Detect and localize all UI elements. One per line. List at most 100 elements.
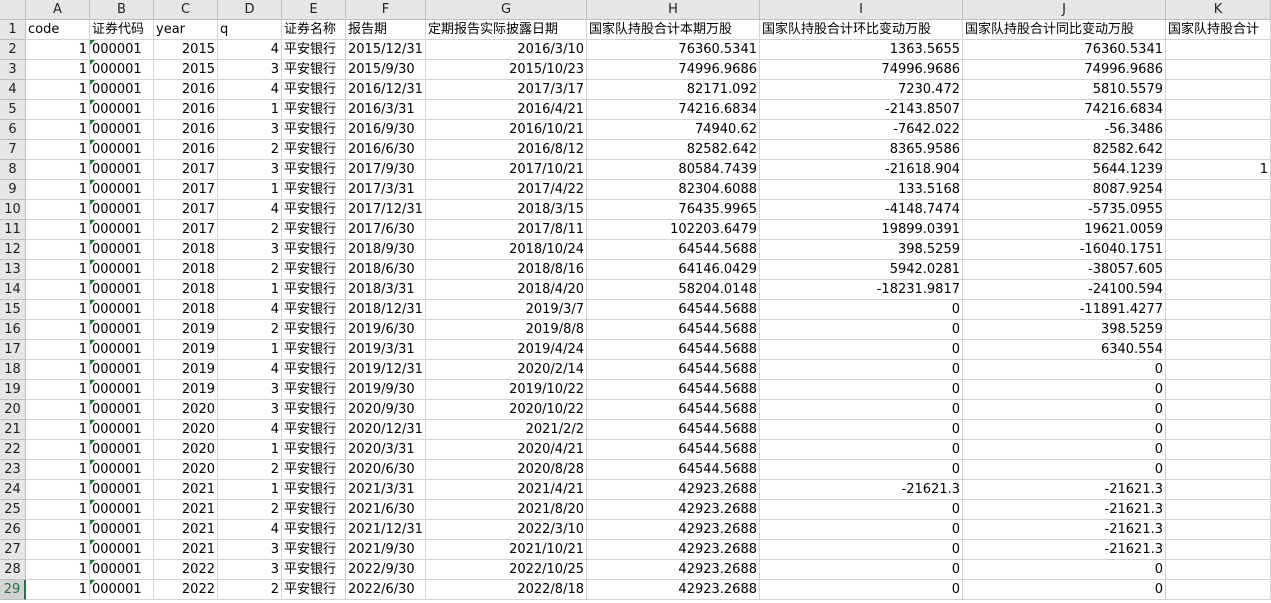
table-cell[interactable]: 000001 (90, 460, 154, 480)
table-cell[interactable]: 000001 (90, 240, 154, 260)
row-header[interactable]: 6 (0, 120, 26, 140)
row-header[interactable]: 14 (0, 280, 26, 300)
table-cell[interactable]: 64544.5688 (587, 460, 760, 480)
table-cell[interactable] (1166, 440, 1271, 460)
column-header-d[interactable]: D (218, 0, 282, 20)
table-cell[interactable]: 1 (26, 500, 90, 520)
table-cell[interactable]: 000001 (90, 560, 154, 580)
table-cell[interactable]: 2018/9/30 (346, 240, 426, 260)
table-cell[interactable]: 2021 (154, 480, 218, 500)
table-cell[interactable] (1166, 300, 1271, 320)
header-cell[interactable]: code (26, 20, 90, 40)
table-cell[interactable]: 2019/4/24 (426, 340, 587, 360)
row-header[interactable]: 24 (0, 480, 26, 500)
row-header[interactable]: 20 (0, 400, 26, 420)
table-cell[interactable] (1166, 260, 1271, 280)
row-header[interactable]: 18 (0, 360, 26, 380)
table-cell[interactable]: 2016/3/10 (426, 40, 587, 60)
table-cell[interactable]: 平安银行 (282, 220, 346, 240)
column-header-f[interactable]: F (346, 0, 426, 20)
table-cell[interactable] (1166, 480, 1271, 500)
table-cell[interactable]: 平安银行 (282, 300, 346, 320)
table-cell[interactable]: 2021/4/21 (426, 480, 587, 500)
row-header[interactable]: 27 (0, 540, 26, 560)
table-cell[interactable]: 64544.5688 (587, 380, 760, 400)
table-cell[interactable]: -21621.3 (963, 540, 1166, 560)
table-cell[interactable]: -21621.3 (963, 500, 1166, 520)
table-cell[interactable] (1166, 500, 1271, 520)
column-header-e[interactable]: E (282, 0, 346, 20)
table-cell[interactable]: 74996.9686 (963, 60, 1166, 80)
table-cell[interactable]: -11891.4277 (963, 300, 1166, 320)
table-cell[interactable]: 64544.5688 (587, 300, 760, 320)
table-cell[interactable]: 000001 (90, 520, 154, 540)
column-header-j[interactable]: J (963, 0, 1166, 20)
table-cell[interactable]: 000001 (90, 180, 154, 200)
row-header[interactable]: 15 (0, 300, 26, 320)
header-cell[interactable]: 国家队持股合计同比变动万股 (963, 20, 1166, 40)
row-header[interactable]: 26 (0, 520, 26, 540)
table-cell[interactable]: 0 (963, 440, 1166, 460)
table-cell[interactable] (1166, 420, 1271, 440)
table-cell[interactable]: 000001 (90, 400, 154, 420)
table-cell[interactable]: 1 (26, 120, 90, 140)
table-cell[interactable]: 1 (26, 380, 90, 400)
table-cell[interactable]: 1 (26, 300, 90, 320)
header-cell[interactable]: q (218, 20, 282, 40)
column-header-a[interactable]: A (26, 0, 90, 20)
table-cell[interactable]: 8087.9254 (963, 180, 1166, 200)
table-cell[interactable] (1166, 380, 1271, 400)
table-cell[interactable]: 0 (760, 400, 963, 420)
table-cell[interactable]: 2020/10/22 (426, 400, 587, 420)
table-cell[interactable]: 2022/6/30 (346, 580, 426, 600)
table-cell[interactable]: 2018 (154, 260, 218, 280)
header-cell[interactable]: 报告期 (346, 20, 426, 40)
table-cell[interactable]: 2016/10/21 (426, 120, 587, 140)
table-cell[interactable]: 平安银行 (282, 540, 346, 560)
table-cell[interactable]: 2020/3/31 (346, 440, 426, 460)
table-cell[interactable]: 2022/9/30 (346, 560, 426, 580)
table-cell[interactable]: 000001 (90, 500, 154, 520)
table-cell[interactable]: 19621.0059 (963, 220, 1166, 240)
table-cell[interactable]: 4 (218, 40, 282, 60)
table-cell[interactable] (1166, 100, 1271, 120)
table-cell[interactable]: 000001 (90, 360, 154, 380)
table-cell[interactable]: 1 (26, 240, 90, 260)
table-cell[interactable] (1166, 120, 1271, 140)
table-cell[interactable]: 2021/10/21 (426, 540, 587, 560)
table-cell[interactable]: 1 (26, 520, 90, 540)
table-cell[interactable]: 4 (218, 80, 282, 100)
table-cell[interactable]: 平安银行 (282, 200, 346, 220)
row-header[interactable]: 13 (0, 260, 26, 280)
row-header[interactable]: 8 (0, 160, 26, 180)
table-cell[interactable]: 0 (963, 420, 1166, 440)
table-cell[interactable]: 2021 (154, 540, 218, 560)
table-cell[interactable]: 000001 (90, 80, 154, 100)
column-header-b[interactable]: B (90, 0, 154, 20)
table-cell[interactable]: 0 (963, 560, 1166, 580)
table-cell[interactable]: 2016 (154, 120, 218, 140)
table-cell[interactable]: 0 (760, 360, 963, 380)
table-cell[interactable]: 2020/12/31 (346, 420, 426, 440)
table-cell[interactable]: 74940.62 (587, 120, 760, 140)
table-cell[interactable]: 4 (218, 520, 282, 540)
row-header[interactable]: 7 (0, 140, 26, 160)
table-cell[interactable]: 42923.2688 (587, 540, 760, 560)
table-cell[interactable]: 3 (218, 240, 282, 260)
table-cell[interactable]: 000001 (90, 140, 154, 160)
column-header-c[interactable]: C (154, 0, 218, 20)
table-cell[interactable]: 2022/3/10 (426, 520, 587, 540)
table-cell[interactable]: 82582.642 (963, 140, 1166, 160)
table-cell[interactable]: 398.5259 (963, 320, 1166, 340)
table-cell[interactable]: 133.5168 (760, 180, 963, 200)
table-cell[interactable] (1166, 140, 1271, 160)
table-cell[interactable] (1166, 580, 1271, 600)
row-header[interactable]: 1 (0, 20, 26, 40)
table-cell[interactable]: 平安银行 (282, 560, 346, 580)
table-cell[interactable]: 1 (26, 340, 90, 360)
table-cell[interactable]: 4 (218, 420, 282, 440)
table-cell[interactable]: 2021 (154, 520, 218, 540)
table-cell[interactable]: 000001 (90, 120, 154, 140)
table-cell[interactable]: 0 (760, 440, 963, 460)
table-cell[interactable]: 2019/12/31 (346, 360, 426, 380)
